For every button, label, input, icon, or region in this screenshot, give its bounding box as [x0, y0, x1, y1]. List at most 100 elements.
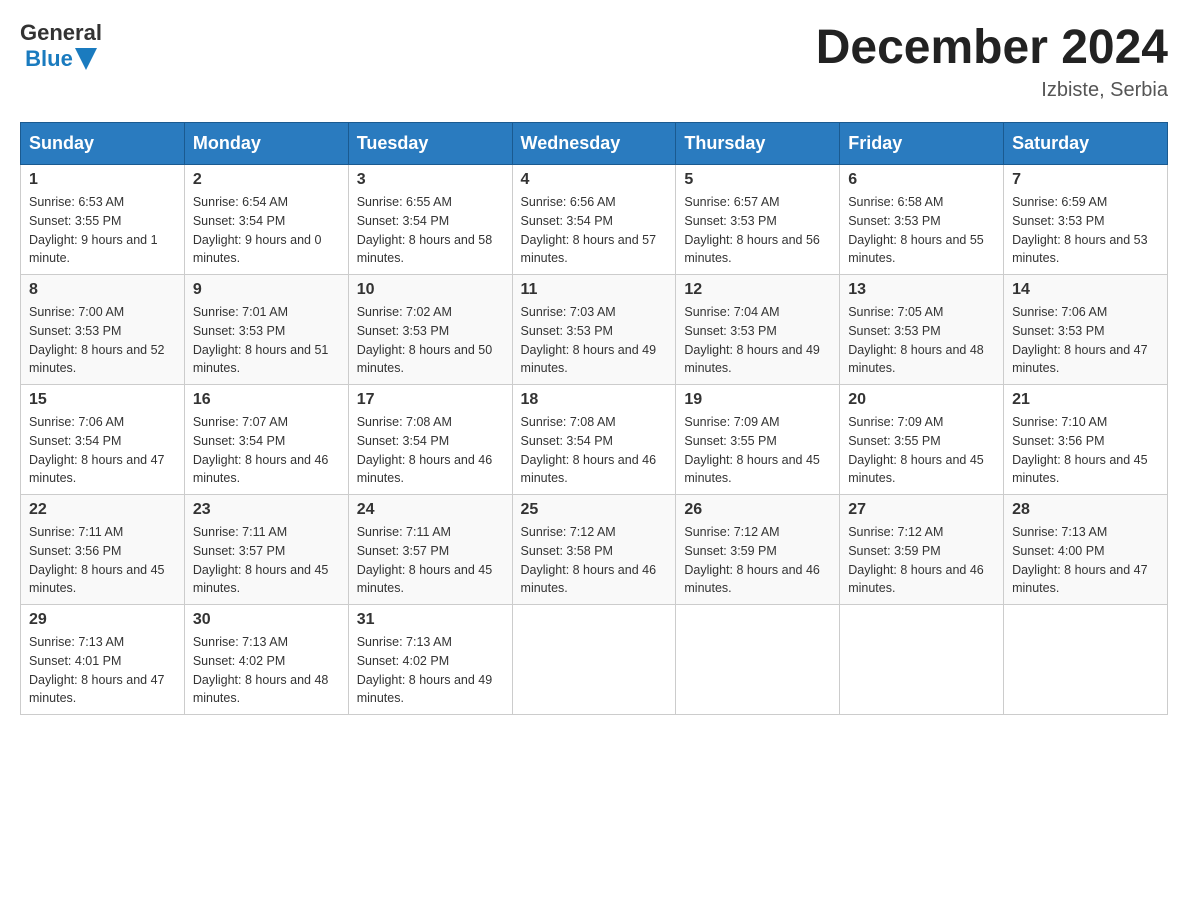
col-friday: Friday — [840, 123, 1004, 165]
calendar-cell: 18 Sunrise: 7:08 AMSunset: 3:54 PMDaylig… — [512, 385, 676, 495]
day-number: 17 — [357, 391, 504, 409]
day-number: 15 — [29, 391, 176, 409]
calendar-cell: 26 Sunrise: 7:12 AMSunset: 3:59 PMDaylig… — [676, 495, 840, 605]
calendar-cell: 14 Sunrise: 7:06 AMSunset: 3:53 PMDaylig… — [1004, 275, 1168, 385]
day-number: 23 — [193, 501, 340, 519]
calendar-cell: 31 Sunrise: 7:13 AMSunset: 4:02 PMDaylig… — [348, 605, 512, 715]
calendar-week-row: 29 Sunrise: 7:13 AMSunset: 4:01 PMDaylig… — [21, 605, 1168, 715]
calendar-cell: 15 Sunrise: 7:06 AMSunset: 3:54 PMDaylig… — [21, 385, 185, 495]
header-row: Sunday Monday Tuesday Wednesday Thursday… — [21, 123, 1168, 165]
day-info: Sunrise: 7:11 AMSunset: 3:56 PMDaylight:… — [29, 525, 165, 595]
calendar-header: Sunday Monday Tuesday Wednesday Thursday… — [21, 123, 1168, 165]
day-number: 11 — [521, 281, 668, 299]
calendar-cell: 19 Sunrise: 7:09 AMSunset: 3:55 PMDaylig… — [676, 385, 840, 495]
day-info: Sunrise: 7:12 AMSunset: 3:59 PMDaylight:… — [684, 525, 820, 595]
calendar-cell: 11 Sunrise: 7:03 AMSunset: 3:53 PMDaylig… — [512, 275, 676, 385]
logo-blue-text: Blue — [25, 46, 73, 72]
calendar-cell — [1004, 605, 1168, 715]
calendar-cell: 1 Sunrise: 6:53 AMSunset: 3:55 PMDayligh… — [21, 165, 185, 275]
day-number: 31 — [357, 611, 504, 629]
day-number: 28 — [1012, 501, 1159, 519]
col-thursday: Thursday — [676, 123, 840, 165]
calendar-week-row: 8 Sunrise: 7:00 AMSunset: 3:53 PMDayligh… — [21, 275, 1168, 385]
day-number: 24 — [357, 501, 504, 519]
day-number: 14 — [1012, 281, 1159, 299]
day-number: 22 — [29, 501, 176, 519]
day-info: Sunrise: 7:08 AMSunset: 3:54 PMDaylight:… — [521, 415, 657, 485]
day-number: 18 — [521, 391, 668, 409]
col-wednesday: Wednesday — [512, 123, 676, 165]
col-tuesday: Tuesday — [348, 123, 512, 165]
day-info: Sunrise: 7:13 AMSunset: 4:02 PMDaylight:… — [357, 635, 493, 705]
calendar-cell: 10 Sunrise: 7:02 AMSunset: 3:53 PMDaylig… — [348, 275, 512, 385]
day-number: 9 — [193, 281, 340, 299]
calendar-cell: 2 Sunrise: 6:54 AMSunset: 3:54 PMDayligh… — [184, 165, 348, 275]
day-info: Sunrise: 7:09 AMSunset: 3:55 PMDaylight:… — [684, 415, 820, 485]
calendar-cell — [676, 605, 840, 715]
day-number: 4 — [521, 171, 668, 189]
day-info: Sunrise: 7:13 AMSunset: 4:00 PMDaylight:… — [1012, 525, 1148, 595]
day-number: 12 — [684, 281, 831, 299]
day-number: 1 — [29, 171, 176, 189]
calendar-cell: 4 Sunrise: 6:56 AMSunset: 3:54 PMDayligh… — [512, 165, 676, 275]
day-info: Sunrise: 7:03 AMSunset: 3:53 PMDaylight:… — [521, 305, 657, 375]
day-number: 16 — [193, 391, 340, 409]
day-info: Sunrise: 7:12 AMSunset: 3:59 PMDaylight:… — [848, 525, 984, 595]
day-info: Sunrise: 7:11 AMSunset: 3:57 PMDaylight:… — [357, 525, 493, 595]
title-block: December 2024 Izbiste, Serbia — [816, 20, 1168, 102]
calendar-cell: 13 Sunrise: 7:05 AMSunset: 3:53 PMDaylig… — [840, 275, 1004, 385]
day-number: 13 — [848, 281, 995, 299]
calendar-cell: 27 Sunrise: 7:12 AMSunset: 3:59 PMDaylig… — [840, 495, 1004, 605]
day-info: Sunrise: 7:13 AMSunset: 4:01 PMDaylight:… — [29, 635, 165, 705]
day-number: 2 — [193, 171, 340, 189]
logo-general-text: General — [20, 20, 102, 46]
day-info: Sunrise: 7:05 AMSunset: 3:53 PMDaylight:… — [848, 305, 984, 375]
calendar-cell: 16 Sunrise: 7:07 AMSunset: 3:54 PMDaylig… — [184, 385, 348, 495]
day-number: 25 — [521, 501, 668, 519]
calendar-cell: 3 Sunrise: 6:55 AMSunset: 3:54 PMDayligh… — [348, 165, 512, 275]
day-number: 5 — [684, 171, 831, 189]
day-number: 7 — [1012, 171, 1159, 189]
location: Izbiste, Serbia — [816, 79, 1168, 102]
day-info: Sunrise: 6:54 AMSunset: 3:54 PMDaylight:… — [193, 195, 322, 265]
calendar-cell: 25 Sunrise: 7:12 AMSunset: 3:58 PMDaylig… — [512, 495, 676, 605]
day-info: Sunrise: 6:57 AMSunset: 3:53 PMDaylight:… — [684, 195, 820, 265]
calendar-cell: 29 Sunrise: 7:13 AMSunset: 4:01 PMDaylig… — [21, 605, 185, 715]
calendar-cell: 17 Sunrise: 7:08 AMSunset: 3:54 PMDaylig… — [348, 385, 512, 495]
day-number: 27 — [848, 501, 995, 519]
col-saturday: Saturday — [1004, 123, 1168, 165]
day-number: 30 — [193, 611, 340, 629]
day-info: Sunrise: 6:53 AMSunset: 3:55 PMDaylight:… — [29, 195, 158, 265]
day-info: Sunrise: 6:56 AMSunset: 3:54 PMDaylight:… — [521, 195, 657, 265]
calendar-cell: 30 Sunrise: 7:13 AMSunset: 4:02 PMDaylig… — [184, 605, 348, 715]
calendar-cell: 20 Sunrise: 7:09 AMSunset: 3:55 PMDaylig… — [840, 385, 1004, 495]
day-info: Sunrise: 6:59 AMSunset: 3:53 PMDaylight:… — [1012, 195, 1148, 265]
day-info: Sunrise: 7:00 AMSunset: 3:53 PMDaylight:… — [29, 305, 165, 375]
col-sunday: Sunday — [21, 123, 185, 165]
day-info: Sunrise: 7:04 AMSunset: 3:53 PMDaylight:… — [684, 305, 820, 375]
day-info: Sunrise: 7:10 AMSunset: 3:56 PMDaylight:… — [1012, 415, 1148, 485]
day-number: 3 — [357, 171, 504, 189]
calendar-body: 1 Sunrise: 6:53 AMSunset: 3:55 PMDayligh… — [21, 165, 1168, 715]
calendar-cell: 9 Sunrise: 7:01 AMSunset: 3:53 PMDayligh… — [184, 275, 348, 385]
calendar-cell: 23 Sunrise: 7:11 AMSunset: 3:57 PMDaylig… — [184, 495, 348, 605]
day-info: Sunrise: 7:06 AMSunset: 3:53 PMDaylight:… — [1012, 305, 1148, 375]
calendar-week-row: 22 Sunrise: 7:11 AMSunset: 3:56 PMDaylig… — [21, 495, 1168, 605]
month-title: December 2024 — [816, 20, 1168, 75]
calendar-week-row: 15 Sunrise: 7:06 AMSunset: 3:54 PMDaylig… — [21, 385, 1168, 495]
day-info: Sunrise: 6:58 AMSunset: 3:53 PMDaylight:… — [848, 195, 984, 265]
calendar-cell: 7 Sunrise: 6:59 AMSunset: 3:53 PMDayligh… — [1004, 165, 1168, 275]
calendar-table: Sunday Monday Tuesday Wednesday Thursday… — [20, 122, 1168, 715]
calendar-cell: 22 Sunrise: 7:11 AMSunset: 3:56 PMDaylig… — [21, 495, 185, 605]
page-header: General Blue December 2024 Izbiste, Serb… — [20, 20, 1168, 102]
calendar-week-row: 1 Sunrise: 6:53 AMSunset: 3:55 PMDayligh… — [21, 165, 1168, 275]
logo: General Blue — [20, 20, 104, 72]
day-number: 6 — [848, 171, 995, 189]
day-info: Sunrise: 7:08 AMSunset: 3:54 PMDaylight:… — [357, 415, 493, 485]
calendar-cell — [840, 605, 1004, 715]
calendar-cell: 8 Sunrise: 7:00 AMSunset: 3:53 PMDayligh… — [21, 275, 185, 385]
day-number: 8 — [29, 281, 176, 299]
calendar-cell: 21 Sunrise: 7:10 AMSunset: 3:56 PMDaylig… — [1004, 385, 1168, 495]
day-number: 19 — [684, 391, 831, 409]
logo-triangle-icon — [75, 48, 97, 70]
